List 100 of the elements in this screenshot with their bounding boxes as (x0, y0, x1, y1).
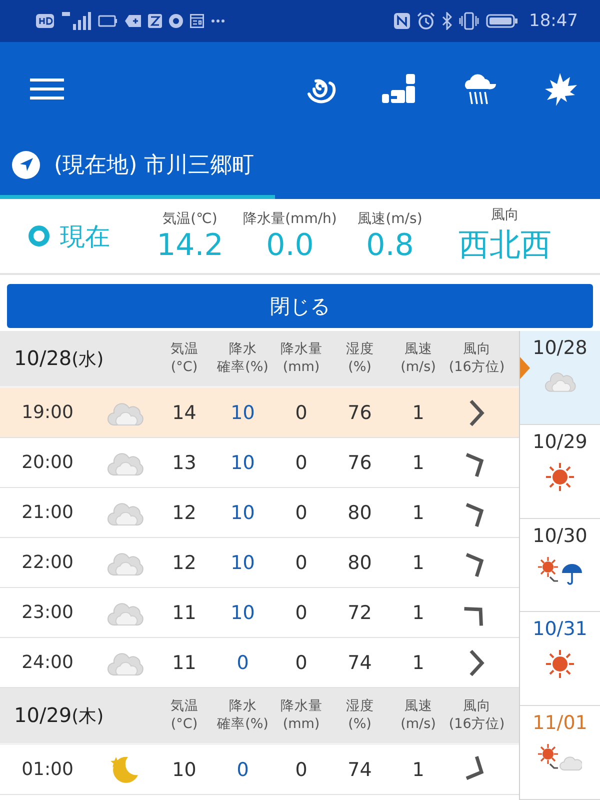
hour-time: 23:00 (22, 602, 74, 623)
nfc-icon (394, 13, 410, 29)
card-date: 11/01 (532, 712, 588, 734)
hour-time: 01:00 (22, 759, 74, 780)
precip-amount: 0 (295, 552, 308, 574)
battery-saver-icon (98, 15, 118, 27)
precip-probability: 10 (230, 402, 255, 424)
column-header: (mm) (282, 358, 320, 376)
column-header: (°C) (170, 358, 198, 376)
clock-time: 18:47 (529, 11, 578, 31)
day-card[interactable]: 10/30 (520, 518, 600, 612)
sun-icon (546, 462, 574, 491)
temperature: 11 (172, 652, 196, 674)
column-header: 気温 (170, 698, 198, 716)
column-header: 風速 (404, 340, 432, 358)
column-header: (m/s) (400, 716, 436, 734)
more-icon (211, 19, 225, 23)
precip-amount: 0 (295, 502, 308, 524)
precip-amount: 0 (295, 652, 308, 674)
current-label: 現在 (60, 220, 110, 252)
tag-icon (125, 15, 141, 27)
precip-probability: 10 (230, 452, 255, 474)
card-date: 10/29 (532, 430, 588, 453)
column-header: 風速 (404, 698, 432, 716)
signal-icon (61, 11, 91, 31)
column-header: (m/s) (400, 358, 436, 376)
precip-amount: 0 (295, 758, 308, 780)
precip-probability: 10 (230, 502, 255, 524)
column-header: (16方位) (448, 358, 505, 376)
wind-speed: 1 (412, 452, 424, 474)
column-header: 確率(%) (217, 716, 268, 734)
close-button[interactable]: 閉じる (7, 284, 593, 328)
precip-probability: 10 (230, 602, 255, 624)
wind-speed: 1 (412, 552, 424, 574)
precip-probability: 10 (230, 552, 255, 574)
temperature: 13 (172, 452, 196, 474)
precip-probability: 0 (236, 652, 249, 674)
day-date: 10/29 (14, 703, 72, 727)
column-header: (°C) (170, 716, 198, 734)
humidity: 74 (348, 652, 372, 674)
reading-label: 風向 (491, 206, 519, 224)
vibrate-icon (459, 12, 479, 30)
reading-label: 降水量(mm/h) (243, 210, 337, 228)
weekday: (木) (72, 705, 104, 728)
bluetooth-icon (442, 12, 452, 30)
column-header: 降水 (228, 340, 257, 358)
card-date: 10/28 (532, 337, 588, 359)
hour-row[interactable]: 19:00 14 10 0 76 1 (0, 388, 519, 438)
wind-speed: 1 (412, 402, 424, 424)
humidity: 72 (348, 602, 372, 624)
day-date: 10/28 (14, 346, 72, 370)
reading-value: 0.0 (266, 228, 314, 262)
hour-time: 21:00 (22, 502, 74, 523)
card-date: 10/31 (532, 618, 588, 640)
alarm-icon (417, 12, 435, 30)
column-header: 降水 (228, 698, 257, 716)
column-header: 風向 (462, 340, 491, 358)
weekday: (水) (72, 348, 104, 371)
humidity: 74 (348, 758, 372, 780)
column-header: 湿度 (346, 698, 374, 716)
humidity: 76 (348, 452, 372, 474)
temperature: 14 (172, 402, 196, 424)
column-header: 確率(%) (217, 358, 268, 376)
moon-star-icon (110, 754, 140, 784)
app-icon (148, 14, 162, 28)
menu-icon[interactable] (30, 78, 64, 100)
wind-speed: 1 (412, 758, 424, 780)
location-name: (現在地) 市川三郷町 (54, 152, 254, 180)
column-header: (%) (348, 358, 372, 376)
blocks-icon[interactable] (382, 72, 416, 106)
reading-value: 14.2 (156, 228, 224, 262)
temperature: 11 (172, 602, 196, 624)
humidity: 80 (348, 502, 372, 524)
day-card[interactable]: 10/28 (520, 331, 600, 425)
column-header: (16方位) (448, 716, 505, 734)
column-header: 湿度 (346, 340, 374, 358)
column-header: 気温 (170, 340, 198, 358)
hour-time: 24:00 (22, 652, 74, 673)
column-header: 風向 (462, 698, 491, 716)
column-header: 降水量 (280, 340, 322, 358)
wind-speed: 1 (412, 602, 424, 624)
temperature: 10 (172, 758, 196, 780)
wind-speed: 1 (412, 652, 424, 674)
temperature: 12 (172, 552, 196, 574)
humidity: 76 (348, 402, 372, 424)
battery-icon (486, 14, 518, 28)
news-icon (190, 14, 204, 28)
reading-label: 気温(℃) (162, 210, 218, 228)
precip-amount: 0 (295, 452, 308, 474)
sun-then-umbrella-icon (538, 556, 582, 585)
column-header: (mm) (282, 716, 320, 734)
column-header: 降水量 (280, 698, 322, 716)
temperature: 12 (172, 502, 196, 524)
sun-then-cloud-icon (538, 744, 582, 772)
hour-time: 19:00 (22, 402, 74, 423)
humidity: 80 (348, 552, 372, 574)
reading-value: 0.8 (366, 228, 414, 262)
precip-amount: 0 (295, 602, 308, 624)
sun-icon (546, 650, 574, 678)
precip-probability: 0 (236, 758, 249, 780)
